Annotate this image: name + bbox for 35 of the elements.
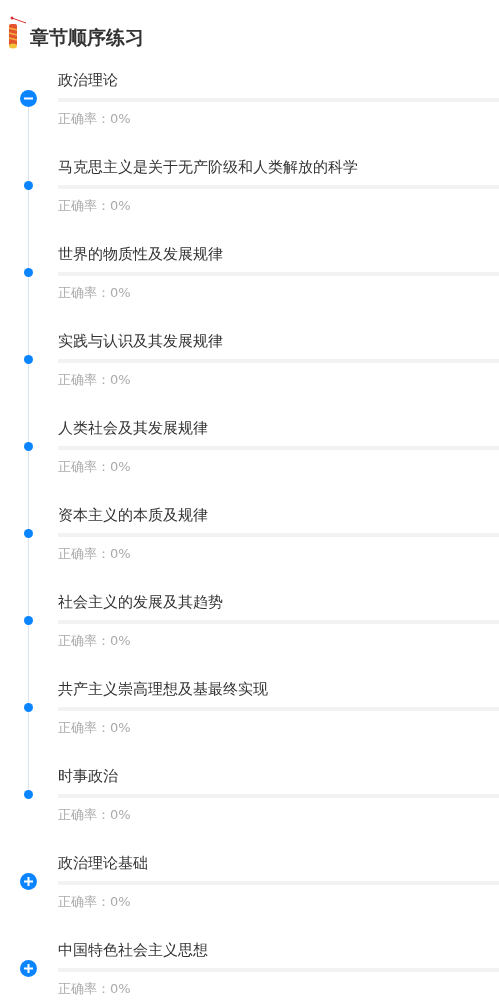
chapter-title[interactable]: 资本主义的本质及规律 bbox=[58, 503, 499, 527]
chapter-title[interactable]: 中国特色社会主义思想 bbox=[58, 938, 499, 962]
timeline-dot bbox=[24, 616, 33, 625]
timeline-dot bbox=[24, 790, 33, 799]
chapter-title[interactable]: 人类社会及其发展规律 bbox=[58, 416, 499, 440]
chapter-title[interactable]: 实践与认识及其发展规律 bbox=[58, 329, 499, 353]
page-title: 章节顺序练习 bbox=[30, 25, 144, 50]
expand-icon[interactable] bbox=[20, 873, 37, 890]
accuracy-text: 正确率：0% bbox=[58, 458, 132, 476]
timeline-dot bbox=[24, 181, 33, 190]
chapter-title[interactable]: 政治理论基础 bbox=[58, 851, 499, 875]
timeline-dot bbox=[24, 703, 33, 712]
expand-icon[interactable] bbox=[20, 960, 37, 977]
timeline-dot bbox=[24, 442, 33, 451]
collapse-icon[interactable] bbox=[20, 90, 37, 107]
accuracy-text: 正确率：0% bbox=[58, 197, 132, 215]
chapter-title[interactable]: 马克思主义是关于无产阶级和人类解放的科学 bbox=[58, 155, 499, 179]
chapter-title[interactable]: 政治理论 bbox=[58, 68, 499, 92]
accuracy-text: 正确率：0% bbox=[58, 545, 132, 563]
timeline-dot bbox=[24, 355, 33, 364]
chapter-title[interactable]: 时事政治 bbox=[58, 764, 499, 788]
chapter-title[interactable]: 世界的物质性及发展规律 bbox=[58, 242, 499, 266]
accuracy-text: 正确率：0% bbox=[58, 110, 132, 128]
accuracy-text: 正确率：0% bbox=[58, 371, 132, 389]
timeline-dot bbox=[24, 268, 33, 277]
accuracy-text: 正确率：0% bbox=[58, 893, 132, 911]
accuracy-text: 正确率：0% bbox=[58, 632, 132, 650]
chapter-title[interactable]: 共产主义崇高理想及基最终实现 bbox=[58, 677, 499, 701]
accuracy-text: 正确率：0% bbox=[58, 806, 132, 824]
chapter-title[interactable]: 社会主义的发展及其趋势 bbox=[58, 590, 499, 614]
accuracy-text: 正确率：0% bbox=[58, 284, 132, 302]
firecracker-icon bbox=[6, 14, 28, 50]
timeline-dot bbox=[24, 529, 33, 538]
accuracy-text: 正确率：0% bbox=[58, 980, 132, 998]
accuracy-text: 正确率：0% bbox=[58, 719, 132, 737]
